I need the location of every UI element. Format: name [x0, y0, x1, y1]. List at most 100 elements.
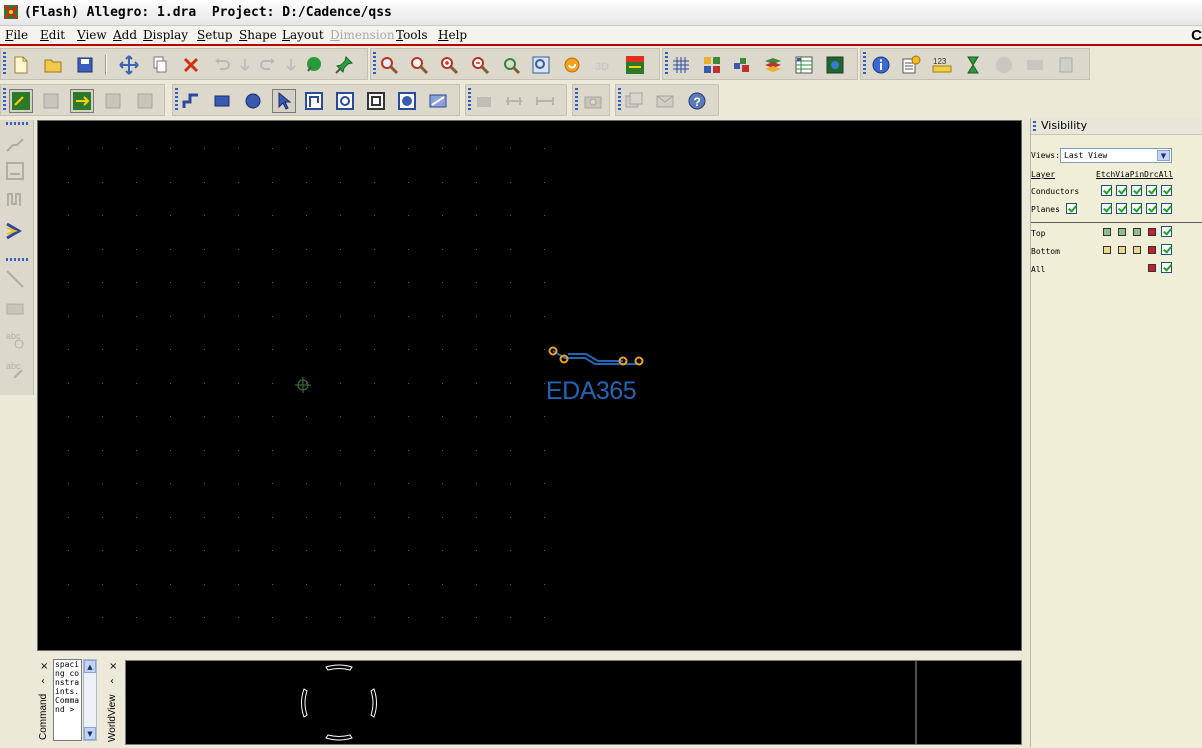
- menu-setup[interactable]: Setup: [197, 28, 233, 42]
- disabled-tool-6[interactable]: [533, 89, 557, 113]
- toolbar-grip[interactable]: [373, 52, 376, 76]
- layout-viewer-button[interactable]: [823, 53, 847, 77]
- info-button[interactable]: [869, 53, 893, 77]
- delay-tune-button[interactable]: [4, 188, 28, 212]
- menu-shape[interactable]: Shape: [239, 28, 277, 42]
- command-tab[interactable]: Command: [38, 690, 49, 740]
- menu-edit[interactable]: Edit: [40, 28, 65, 42]
- move-button[interactable]: [117, 53, 141, 77]
- top-pin-color-swatch[interactable]: [1133, 228, 1141, 236]
- zoom-world-button[interactable]: [529, 53, 553, 77]
- toolbar-grip[interactable]: [3, 88, 6, 112]
- shape-void-button[interactable]: [333, 89, 357, 113]
- edit-text-button[interactable]: abc: [4, 358, 28, 382]
- toolbar-grip[interactable]: [175, 88, 178, 112]
- new-file-button[interactable]: [9, 53, 33, 77]
- toolbar-grip[interactable]: [575, 88, 578, 112]
- planes-checkbox[interactable]: [1066, 203, 1077, 214]
- all-drc-color-swatch[interactable]: [1148, 264, 1156, 272]
- add-circle-button[interactable]: [241, 89, 265, 113]
- conductors-drc-checkbox[interactable]: [1146, 185, 1157, 196]
- color-button[interactable]: [700, 53, 724, 77]
- shape-poly-button[interactable]: [302, 89, 326, 113]
- delete-button[interactable]: [179, 53, 203, 77]
- conductors-via-checkbox[interactable]: [1116, 185, 1127, 196]
- worldview-panel[interactable]: [125, 660, 1022, 745]
- top-etch-color-swatch[interactable]: [1103, 228, 1111, 236]
- add-frect-button[interactable]: [4, 298, 28, 322]
- layer-stack-button[interactable]: [761, 53, 785, 77]
- disabled-mode-button[interactable]: [39, 89, 63, 113]
- bottom-etch-color-swatch[interactable]: [1103, 246, 1111, 254]
- scroll-up-icon[interactable]: ▲: [84, 660, 96, 673]
- worldview-close-icon[interactable]: ×: [109, 661, 117, 672]
- pick-button[interactable]: [302, 53, 326, 77]
- add-connect-button[interactable]: [4, 132, 28, 156]
- shape-rect-void-button[interactable]: [364, 89, 388, 113]
- design-canvas[interactable]: EDA365: [37, 120, 1022, 651]
- command-scrollbar[interactable]: ▲ ▼: [83, 659, 97, 741]
- planes-etch-checkbox[interactable]: [1101, 203, 1112, 214]
- redo-dropdown-button[interactable]: [279, 53, 303, 77]
- zoom-out-button[interactable]: [468, 53, 492, 77]
- disabled-tool-7[interactable]: [653, 89, 677, 113]
- undo-button[interactable]: [210, 53, 234, 77]
- disabled-tool-button-2[interactable]: [1023, 53, 1047, 77]
- general-mode-button[interactable]: [9, 89, 33, 113]
- disabled-mode-button-2[interactable]: [101, 89, 125, 113]
- add-line-left-button[interactable]: [4, 268, 28, 292]
- disabled-tool-5[interactable]: [502, 89, 526, 113]
- command-output[interactable]: spacing constraints.Command >: [53, 659, 82, 741]
- panel-grip[interactable]: [1033, 121, 1036, 132]
- worldview-pin-icon[interactable]: ‹: [110, 676, 114, 687]
- command-pin-icon[interactable]: ‹: [41, 676, 45, 687]
- pin-button[interactable]: [332, 53, 356, 77]
- top-drc-color-swatch[interactable]: [1148, 228, 1156, 236]
- add-text-button[interactable]: abc: [4, 328, 28, 352]
- visibility-button[interactable]: [730, 53, 754, 77]
- disabled-tool-button-3[interactable]: [1055, 53, 1079, 77]
- timer-button[interactable]: [961, 53, 985, 77]
- add-line-button[interactable]: [179, 89, 203, 113]
- select-shape-button[interactable]: [272, 89, 296, 113]
- menu-add[interactable]: Add: [113, 28, 137, 42]
- save-button[interactable]: [73, 53, 97, 77]
- custom-smooth-button[interactable]: [4, 220, 28, 244]
- grid-button[interactable]: [669, 53, 693, 77]
- bottom-via-color-swatch[interactable]: [1118, 246, 1126, 254]
- bottom-pin-color-swatch[interactable]: [1133, 246, 1141, 254]
- constraint-manager-button[interactable]: [792, 53, 816, 77]
- worldview-tab[interactable]: WorldView: [107, 690, 118, 742]
- toolbar-grip[interactable]: [863, 52, 866, 76]
- disabled-tool-4[interactable]: [472, 89, 496, 113]
- shape-circle-void-button[interactable]: [395, 89, 419, 113]
- top-via-color-swatch[interactable]: [1118, 228, 1126, 236]
- command-close-icon[interactable]: ×: [40, 661, 48, 672]
- bottom-all-checkbox[interactable]: [1161, 244, 1172, 255]
- chevron-down-icon[interactable]: ▼: [1157, 150, 1170, 161]
- menu-view[interactable]: View: [77, 28, 107, 42]
- disabled-tool-button[interactable]: [992, 53, 1016, 77]
- add-rectangle-button[interactable]: [210, 89, 234, 113]
- undo-dropdown-button[interactable]: [233, 53, 257, 77]
- redraw-button[interactable]: [560, 53, 584, 77]
- help-button[interactable]: ?: [685, 89, 709, 113]
- top-all-checkbox[interactable]: [1161, 226, 1172, 237]
- planes-all-checkbox[interactable]: [1161, 203, 1172, 214]
- conductors-pin-checkbox[interactable]: [1131, 185, 1142, 196]
- disabled-mode-button-3[interactable]: [133, 89, 157, 113]
- measure-button[interactable]: 123: [930, 53, 954, 77]
- open-file-button[interactable]: [41, 53, 65, 77]
- toolbar-grip[interactable]: [3, 52, 6, 76]
- windows-button[interactable]: [622, 89, 646, 113]
- conductors-etch-checkbox[interactable]: [1101, 185, 1112, 196]
- planes-pin-checkbox[interactable]: [1131, 203, 1142, 214]
- toolbar-grip[interactable]: [6, 122, 28, 125]
- zoom-fit-button[interactable]: [407, 53, 431, 77]
- 3d-view-button[interactable]: 3D: [591, 53, 615, 77]
- menu-tools[interactable]: Tools: [396, 28, 428, 42]
- placement-mode-button[interactable]: [70, 89, 94, 113]
- menu-file[interactable]: File: [5, 28, 28, 42]
- menu-layout[interactable]: Layout: [282, 28, 324, 42]
- zoom-previous-button[interactable]: [499, 53, 523, 77]
